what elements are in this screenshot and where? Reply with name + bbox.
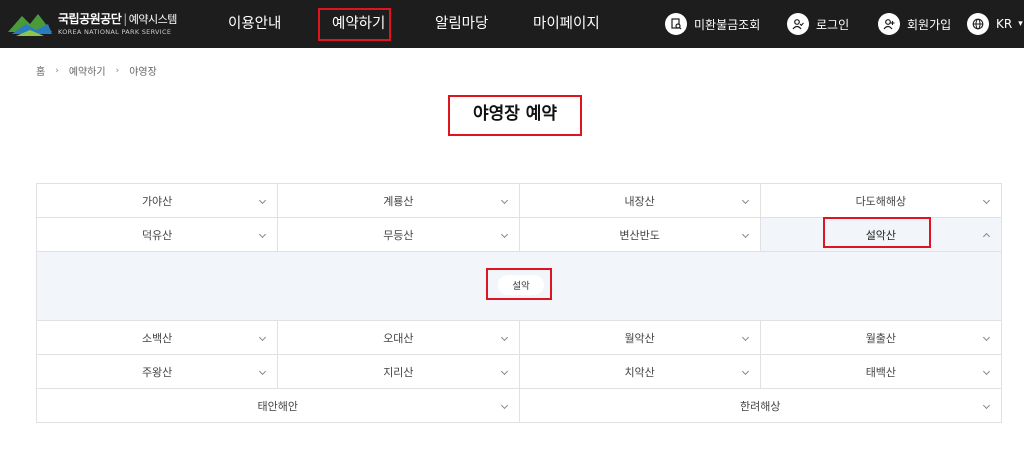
mountain-logo-icon bbox=[8, 14, 52, 36]
park-item-naejangsan[interactable]: 내장산 bbox=[519, 184, 761, 218]
park-item-wolchulsan[interactable]: 월출산 bbox=[760, 321, 1002, 355]
park-item-juwangsan[interactable]: 주왕산 bbox=[37, 355, 279, 389]
chevron-down-icon bbox=[259, 196, 267, 204]
chevron-down-icon bbox=[741, 196, 749, 204]
chevron-down-icon bbox=[500, 367, 508, 375]
chevron-down-icon bbox=[500, 196, 508, 204]
chevron-down-icon bbox=[741, 367, 749, 375]
chevron-right-icon: › bbox=[55, 65, 59, 76]
park-item-chiaksan[interactable]: 치악산 bbox=[519, 355, 761, 389]
chevron-down-icon bbox=[259, 230, 267, 238]
highlight-box-title bbox=[448, 95, 582, 136]
park-label: 월악산 bbox=[624, 331, 655, 345]
park-item-odaesan[interactable]: 오대산 bbox=[278, 321, 520, 355]
park-label: 덕유산 bbox=[141, 228, 173, 242]
chevron-down-icon bbox=[982, 333, 991, 341]
receipt-search-icon bbox=[665, 13, 687, 35]
logo-subtitle: 예약시스템 bbox=[128, 13, 178, 26]
highlight-box-seoraksan bbox=[823, 217, 931, 248]
nav-notice[interactable]: 알림마당 bbox=[435, 0, 488, 48]
park-item-byeonsanbando[interactable]: 변산반도 bbox=[519, 218, 761, 252]
park-item-jirisan[interactable]: 지리산 bbox=[278, 355, 520, 389]
park-item-mudeungsan[interactable]: 무등산 bbox=[278, 218, 520, 252]
chevron-down-icon bbox=[982, 367, 991, 375]
logo-title: 국립공원공단 bbox=[58, 12, 122, 26]
signup-link[interactable]: 회원가입 bbox=[878, 13, 951, 35]
park-label: 태백산 bbox=[865, 365, 897, 379]
logo[interactable]: 국립공원공단 | 예약시스템 KOREA NATIONAL PARK SERVICE bbox=[8, 7, 188, 41]
park-label: 내장산 bbox=[624, 194, 655, 208]
park-item-taeanhaean[interactable]: 태안해안 bbox=[37, 389, 520, 423]
globe-icon bbox=[967, 13, 989, 35]
nav-guide[interactable]: 이용안내 bbox=[228, 0, 281, 48]
language-selector[interactable]: KR ▾ bbox=[967, 13, 1023, 35]
user-check-icon bbox=[787, 13, 809, 35]
park-row: 소백산 오대산 월악산 월출산 bbox=[37, 321, 1002, 355]
breadcrumb: 홈 › 예약하기 › 야영장 bbox=[36, 63, 157, 79]
breadcrumb-home[interactable]: 홈 bbox=[36, 63, 45, 78]
chevron-down-icon bbox=[259, 367, 267, 375]
unpaid-lookup-link[interactable]: 미환불금조회 bbox=[665, 13, 760, 35]
park-label: 가야산 bbox=[141, 194, 173, 208]
park-item-taebaeksan[interactable]: 태백산 bbox=[760, 355, 1002, 389]
highlight-box-nav bbox=[318, 8, 391, 41]
chevron-down-icon bbox=[500, 333, 508, 341]
chevron-down-icon bbox=[982, 196, 991, 204]
park-label: 지리산 bbox=[383, 365, 414, 379]
park-label: 다도해해상 bbox=[855, 194, 907, 208]
chevron-down-icon bbox=[259, 333, 267, 341]
park-row: 주왕산 지리산 치악산 태백산 bbox=[37, 355, 1002, 389]
park-row: 태안해안 한려해상 bbox=[37, 389, 1002, 423]
park-label: 월출산 bbox=[865, 331, 897, 345]
park-row: 가야산 계룡산 내장산 다도해해상 bbox=[37, 184, 1002, 218]
park-label: 태안해안 bbox=[257, 399, 298, 413]
login-label: 로그인 bbox=[816, 17, 850, 32]
park-label: 주왕산 bbox=[141, 365, 173, 379]
park-item-sobaeksan[interactable]: 소백산 bbox=[37, 321, 279, 355]
signup-label: 회원가입 bbox=[907, 17, 952, 32]
park-item-dadohaehaesang[interactable]: 다도해해상 bbox=[760, 184, 1002, 218]
top-header: 국립공원공단 | 예약시스템 KOREA NATIONAL PARK SERVICE… bbox=[0, 0, 1024, 48]
chevron-down-icon: ▾ bbox=[1018, 19, 1023, 29]
park-label: 소백산 bbox=[141, 331, 173, 345]
login-link[interactable]: 로그인 bbox=[787, 13, 849, 35]
park-label: 무등산 bbox=[383, 228, 414, 242]
chevron-down-icon bbox=[741, 230, 749, 238]
logo-english: KOREA NATIONAL PARK SERVICE bbox=[58, 28, 172, 36]
breadcrumb-reservation[interactable]: 예약하기 bbox=[69, 63, 106, 78]
chevron-down-icon bbox=[982, 401, 991, 409]
park-label: 변산반도 bbox=[619, 228, 660, 242]
park-item-gayasan[interactable]: 가야산 bbox=[37, 184, 279, 218]
park-item-woraksan[interactable]: 월악산 bbox=[519, 321, 761, 355]
highlight-box-seorak bbox=[486, 268, 552, 300]
park-label: 계룡산 bbox=[383, 194, 414, 208]
chevron-down-icon bbox=[500, 230, 508, 238]
chevron-right-icon: › bbox=[115, 65, 120, 76]
breadcrumb-campsite[interactable]: 야영장 bbox=[129, 63, 157, 78]
unpaid-lookup-label: 미환불금조회 bbox=[694, 17, 761, 32]
park-item-deogyusan[interactable]: 덕유산 bbox=[37, 218, 279, 252]
park-item-gyeryongsan[interactable]: 계룡산 bbox=[278, 184, 520, 218]
park-label: 한려해상 bbox=[740, 399, 781, 413]
user-plus-icon bbox=[878, 13, 900, 35]
park-label: 오대산 bbox=[383, 331, 414, 345]
chevron-down-icon bbox=[500, 401, 508, 409]
chevron-down-icon bbox=[741, 333, 749, 341]
park-item-hallyeohaesang[interactable]: 한려해상 bbox=[519, 389, 1002, 423]
nav-mypage[interactable]: 마이페이지 bbox=[533, 0, 600, 48]
chevron-up-icon bbox=[982, 232, 991, 240]
language-label: KR bbox=[996, 17, 1013, 31]
park-label: 치악산 bbox=[624, 365, 655, 379]
